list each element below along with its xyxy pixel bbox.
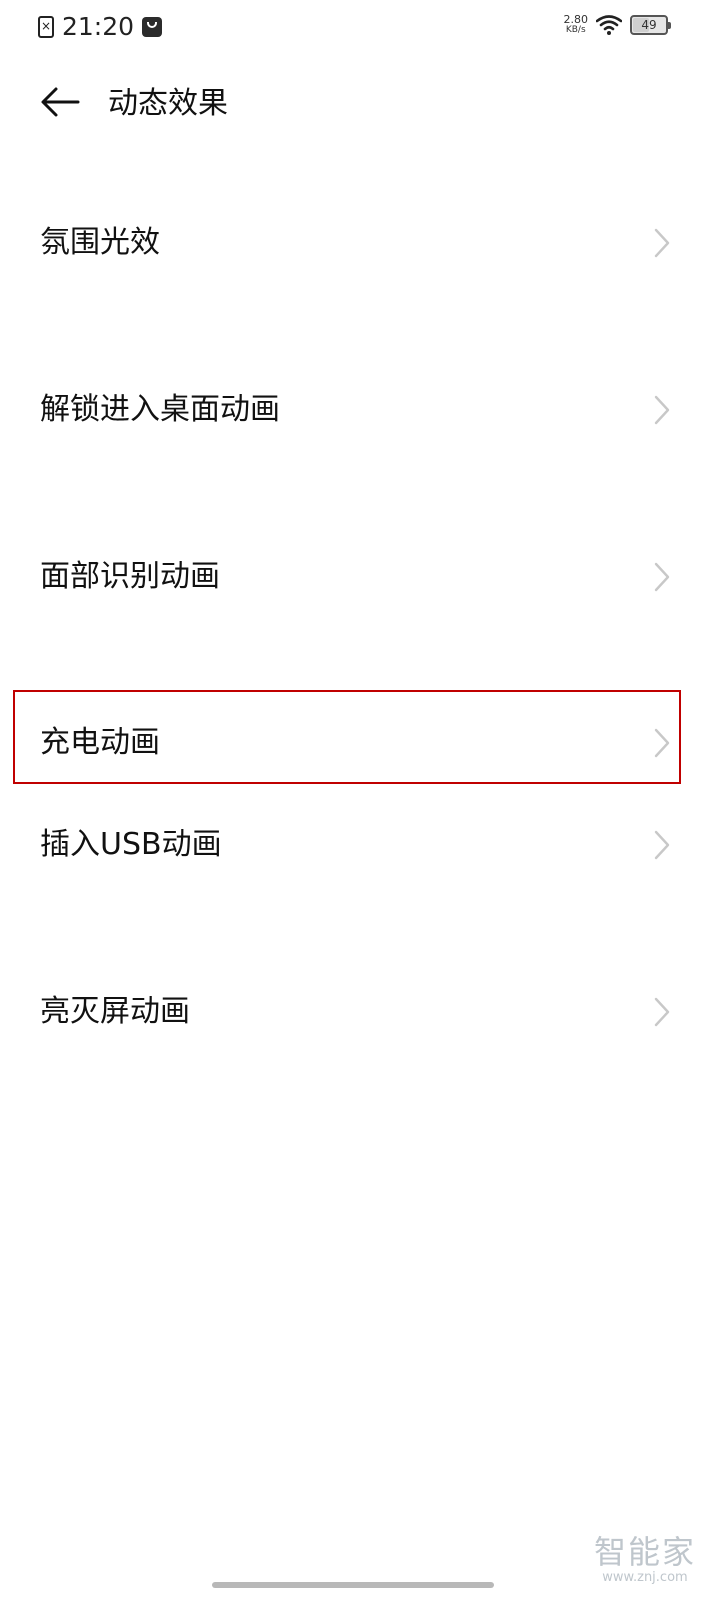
watermark-url: www.znj.com bbox=[602, 1570, 688, 1585]
page-title: 动态效果 bbox=[108, 86, 228, 121]
back-button[interactable] bbox=[36, 80, 84, 128]
wifi-icon bbox=[596, 15, 622, 35]
back-arrow-icon bbox=[40, 86, 80, 122]
list-item-ambient-light[interactable]: 氛围光效 bbox=[0, 195, 720, 291]
list-item-label: 氛围光效 bbox=[40, 225, 160, 260]
header: 动态效果 bbox=[0, 72, 720, 136]
watermark-logo: 智能家 www.znj.com bbox=[594, 1534, 696, 1586]
no-sim-icon bbox=[38, 16, 54, 38]
status-left: 21:20 bbox=[38, 12, 163, 42]
battery-icon: 49 bbox=[630, 15, 671, 35]
highlight-box bbox=[13, 690, 681, 784]
chevron-right-icon bbox=[652, 394, 672, 426]
list-item-usb-animation[interactable]: 插入USB动画 bbox=[0, 797, 720, 893]
network-speed: 2.80 KB/s bbox=[564, 14, 589, 36]
chevron-right-icon bbox=[652, 227, 672, 259]
network-speed-unit: KB/s bbox=[565, 25, 586, 35]
gesture-navigation-bar[interactable] bbox=[212, 1582, 494, 1588]
chevron-right-icon bbox=[652, 996, 672, 1028]
list-item-label: 插入USB动画 bbox=[40, 827, 222, 862]
list-item-screen-on-off-animation[interactable]: 亮灭屏动画 bbox=[0, 964, 720, 1060]
status-bar: 21:20 2.80 KB/s 49 bbox=[0, 0, 720, 56]
list-item-label: 亮灭屏动画 bbox=[40, 994, 190, 1029]
list-item-unlock-animation[interactable]: 解锁进入桌面动画 bbox=[0, 362, 720, 458]
shopping-bag-icon bbox=[142, 17, 163, 37]
list-item-face-recognition-animation[interactable]: 面部识别动画 bbox=[0, 529, 720, 625]
chevron-right-icon bbox=[652, 829, 672, 861]
network-speed-value: 2.80 bbox=[563, 13, 589, 26]
status-time: 21:20 bbox=[62, 12, 135, 41]
list-item-label: 面部识别动画 bbox=[40, 559, 220, 594]
watermark-title: 智能家 bbox=[593, 1533, 696, 1571]
status-right: 2.80 KB/s 49 bbox=[564, 14, 671, 36]
chevron-right-icon bbox=[652, 561, 672, 593]
list-item-label: 解锁进入桌面动画 bbox=[40, 392, 280, 427]
battery-level: 49 bbox=[641, 18, 657, 32]
